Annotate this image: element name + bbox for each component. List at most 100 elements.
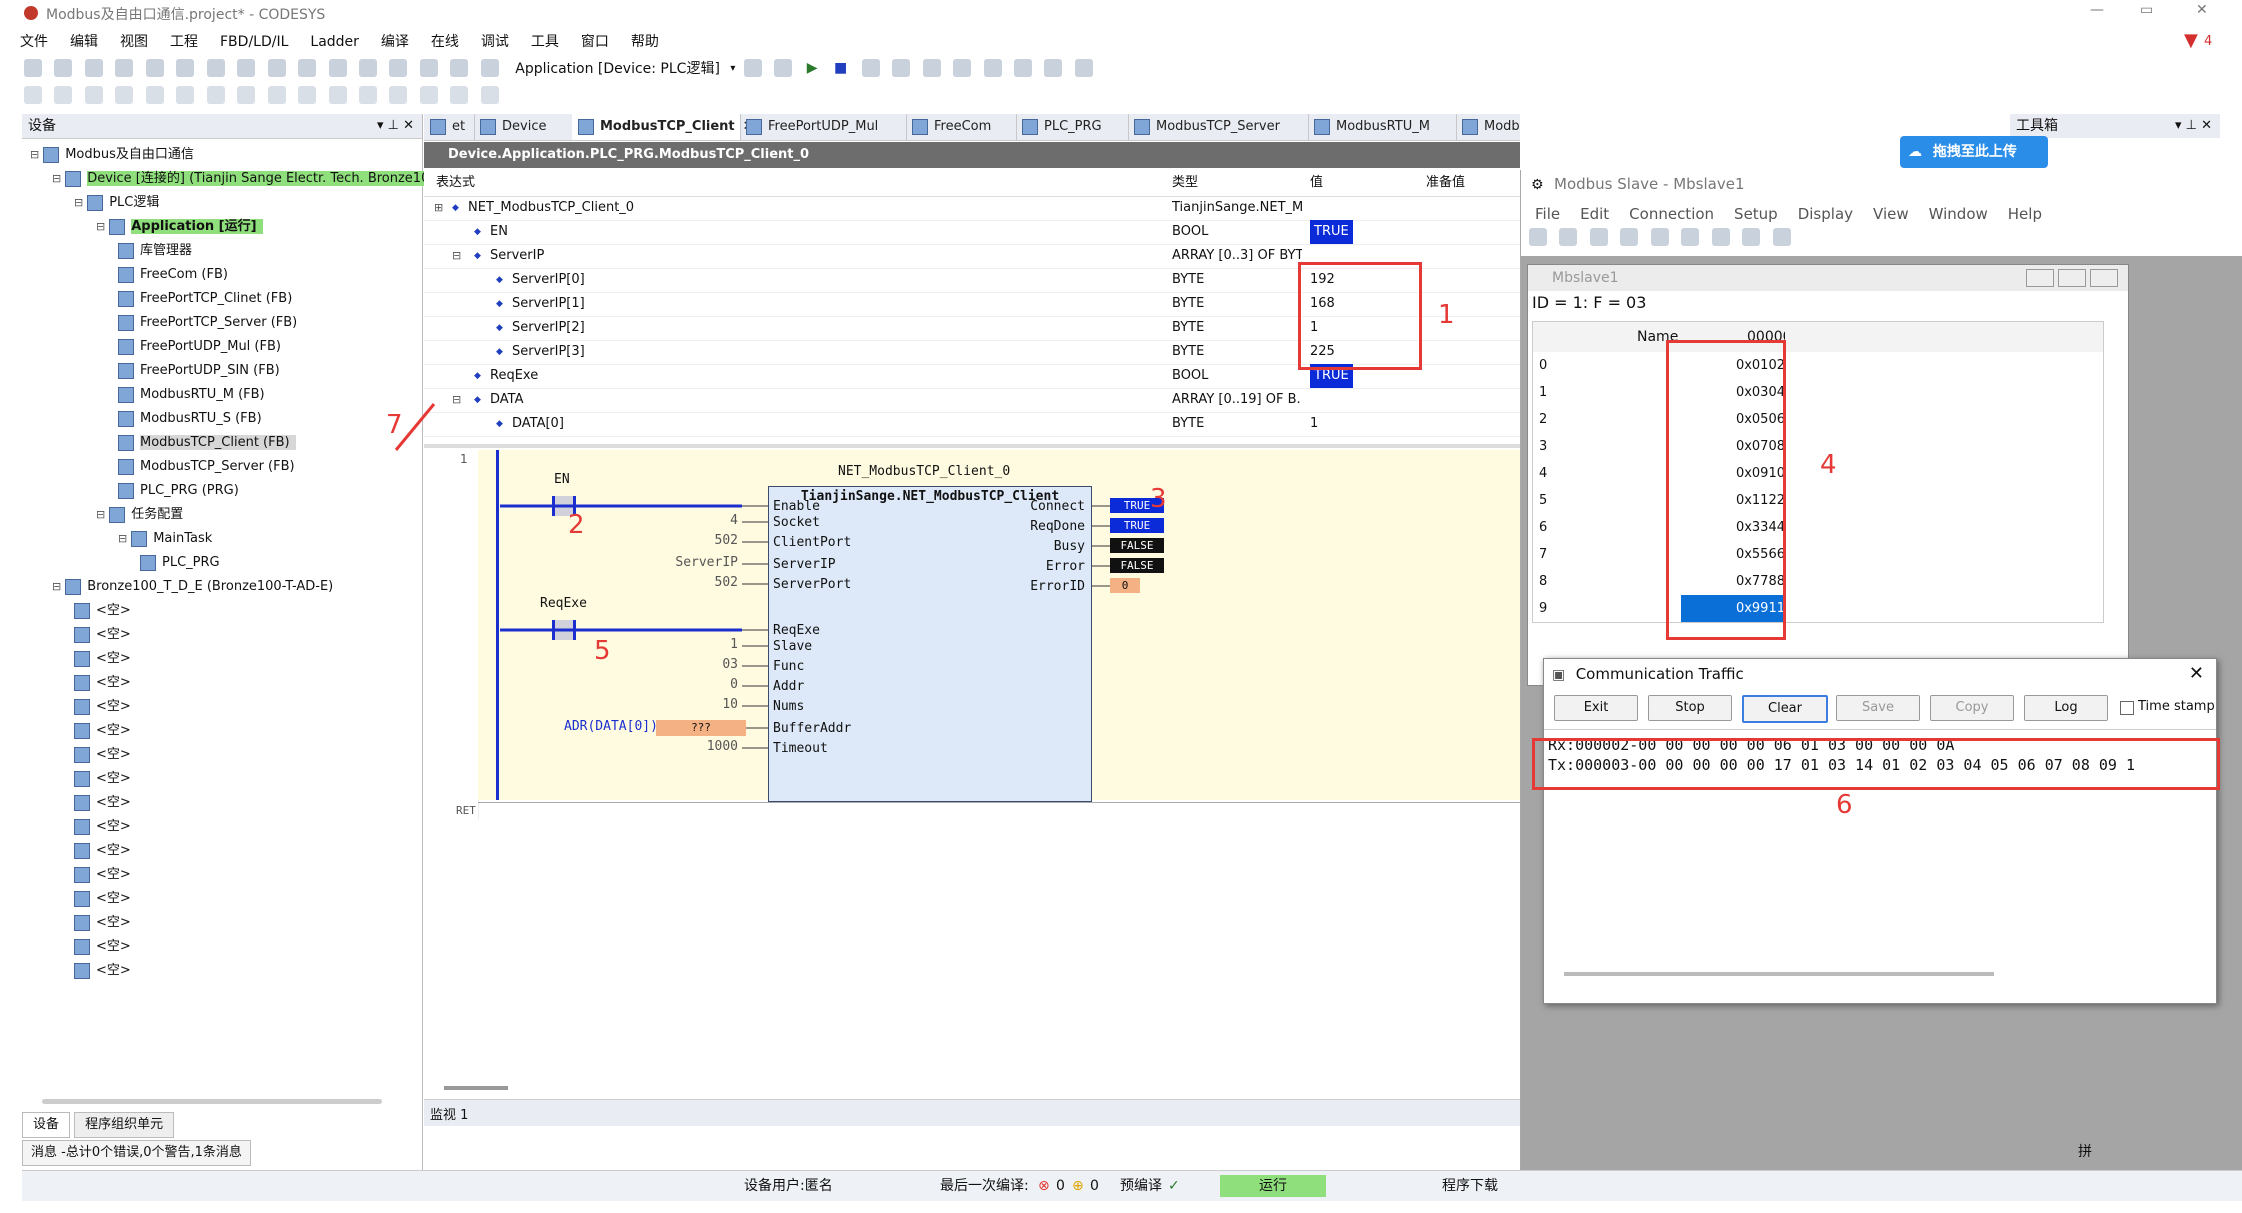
mb-open-icon[interactable] — [1559, 228, 1578, 246]
header-prepared[interactable]: 准备值 — [1426, 170, 1465, 196]
child-close-button[interactable] — [2090, 269, 2118, 287]
timestamp-checkbox[interactable] — [2120, 701, 2134, 715]
unforce-icon[interactable] — [1074, 59, 1093, 77]
register-row[interactable]: 5 0x1122 — [1533, 487, 2103, 514]
monitor-tab[interactable]: 监视 1 — [430, 1104, 468, 1123]
tree-node[interactable]: ⊟ Application [运行] — [96, 215, 263, 239]
tab-6[interactable]: ModbusTCP_Server — [1128, 114, 1309, 140]
tab-3[interactable]: FreePortUDP_Mul — [740, 114, 907, 140]
fbd-contact-icon[interactable] — [450, 86, 469, 104]
fbd-jump-icon[interactable] — [115, 86, 134, 104]
tree-node[interactable]: <空> — [74, 863, 131, 887]
menu-item-3[interactable]: 工程 — [170, 30, 198, 54]
tab-1[interactable]: Device — [474, 114, 573, 140]
tree-node[interactable]: FreePortUDP_Mul (FB) — [118, 335, 281, 359]
tree-node[interactable]: <空> — [74, 719, 131, 743]
tree-expander-icon[interactable]: ⊟ — [30, 148, 39, 161]
undo-icon[interactable] — [145, 59, 164, 77]
register-row[interactable]: 0 0x0102 — [1533, 352, 2103, 379]
tree-node[interactable]: ModbusTCP_Client (FB) — [118, 431, 296, 455]
mb-context-help-icon[interactable] — [1772, 228, 1791, 246]
mb-window-icon[interactable] — [1650, 228, 1669, 246]
tree-node[interactable]: ⊟ MainTask — [118, 527, 212, 551]
save-icon[interactable] — [84, 59, 103, 77]
traffic-close-button[interactable]: ✕ — [2189, 659, 2204, 689]
tree-node[interactable]: <空> — [74, 887, 131, 911]
watch-expander-icon[interactable]: ⊟ — [452, 388, 461, 412]
new-icon[interactable] — [24, 59, 42, 77]
ime-indicator[interactable]: 拼 — [2078, 1137, 2092, 1167]
tree-node[interactable]: FreePortTCP_Server (FB) — [118, 311, 297, 335]
open-icon[interactable] — [54, 59, 73, 77]
traffic-button-5[interactable]: Log — [2024, 695, 2108, 721]
force-values-icon[interactable] — [1044, 59, 1063, 77]
tree-node[interactable]: ⊟ Modbus及自由口通信 — [30, 143, 194, 167]
child-max-button[interactable] — [2058, 269, 2086, 287]
mb-log-icon[interactable] — [1711, 228, 1730, 246]
menu-item-11[interactable]: 帮助 — [631, 30, 659, 54]
bookmark-icon[interactable] — [389, 59, 408, 77]
tree-node[interactable]: ⊟ Device [连接的] (Tianjin Sange Electr. Tec… — [52, 167, 436, 191]
tree-node[interactable]: <空> — [74, 959, 131, 983]
traffic-button-1[interactable]: Stop — [1648, 695, 1732, 721]
tree-node[interactable]: <空> — [74, 695, 131, 719]
tree-node[interactable]: PLC_PRG — [140, 551, 220, 575]
tab-4[interactable]: FreeCom — [906, 114, 1017, 140]
register-row[interactable]: 4 0x0910 — [1533, 460, 2103, 487]
messages-tab[interactable]: 消息 -总计0个错误,0个警告,1条消息 — [22, 1140, 251, 1166]
breakpoint-icon[interactable] — [892, 59, 911, 77]
tree-node[interactable]: <空> — [74, 935, 131, 959]
traffic-button-0[interactable]: Exit — [1554, 695, 1638, 721]
watch-row[interactable]: ◆ EN BOOL TRUE — [424, 220, 1520, 245]
fbd-comment-icon[interactable] — [389, 86, 408, 104]
tree-node[interactable]: ModbusTCP_Server (FB) — [118, 455, 295, 479]
fbd-box-icon[interactable] — [24, 86, 42, 104]
fbd-edge-icon[interactable] — [267, 86, 286, 104]
tab-7[interactable]: ModbusRTU_M — [1308, 114, 1457, 140]
menu-item-5[interactable]: Ladder — [310, 30, 359, 54]
watch-row[interactable]: ⊟ ◆ DATA ARRAY [0..19] OF B... — [424, 388, 1520, 413]
build-icon[interactable] — [419, 59, 438, 77]
buffer-value[interactable]: ??? — [656, 720, 746, 736]
mb-menu-item-6[interactable]: Window — [1929, 205, 1988, 223]
fbd-branch-icon[interactable] — [298, 86, 317, 104]
tab-pou[interactable]: 程序组织单元 — [74, 1112, 175, 1138]
register-row[interactable]: 3 0x0708 — [1533, 433, 2103, 460]
step-into-icon[interactable] — [953, 59, 972, 77]
mb-menu-item-3[interactable]: Setup — [1734, 205, 1778, 223]
menu-item-2[interactable]: 视图 — [120, 30, 148, 54]
fbd-input-icon[interactable] — [54, 86, 73, 104]
menu-item-0[interactable]: 文件 — [20, 30, 48, 54]
reset-icon[interactable] — [861, 59, 880, 77]
tree-expander-icon[interactable]: ⊟ — [74, 196, 83, 209]
fbd-reset-icon[interactable] — [237, 86, 256, 104]
tree-node[interactable]: <空> — [74, 767, 131, 791]
function-block[interactable]: TianjinSange.NET_ModbusTCP_Client Enable S… — [768, 486, 1092, 802]
paste-icon[interactable] — [267, 59, 286, 77]
tree-node[interactable]: ⊟ 任务配置 — [96, 503, 183, 527]
write-values-icon[interactable] — [1013, 59, 1032, 77]
fbd-return-icon[interactable] — [145, 86, 164, 104]
mb-print-icon[interactable] — [1620, 228, 1639, 246]
tab-2[interactable]: ModbusTCP_Client✕ — [572, 114, 754, 140]
tree-node[interactable]: ⊟ PLC逻辑 — [74, 191, 159, 215]
menu-item-1[interactable]: 编辑 — [70, 30, 98, 54]
register-row[interactable]: 8 0x7788 — [1533, 568, 2103, 595]
traffic-button-3[interactable]: Save — [1836, 695, 1920, 721]
watch-value[interactable]: 1 — [1310, 412, 1318, 436]
mb-new-icon[interactable] — [1529, 228, 1547, 246]
tree-expander-icon[interactable]: ⊟ — [96, 508, 105, 521]
tree-node[interactable]: <空> — [74, 599, 131, 623]
tree-node[interactable]: 库管理器 — [118, 239, 192, 263]
application-selector[interactable]: Application [Device: PLC逻辑] — [515, 61, 720, 77]
register-row[interactable]: 6 0x3344 — [1533, 514, 2103, 541]
tree-expander-icon[interactable]: ⊟ — [118, 532, 127, 545]
tree-node[interactable]: <空> — [74, 623, 131, 647]
alert-flag-icon[interactable]: ▼ — [2184, 30, 2198, 51]
fbd-negate-icon[interactable] — [176, 86, 195, 104]
tab-0[interactable]: et — [424, 114, 475, 140]
minimize-button[interactable]: — — [2090, 2, 2104, 18]
tab-5[interactable]: PLC_PRG — [1016, 114, 1129, 140]
register-row[interactable]: 9 0x9911 — [1533, 595, 2103, 622]
step-over-icon[interactable] — [922, 59, 941, 77]
